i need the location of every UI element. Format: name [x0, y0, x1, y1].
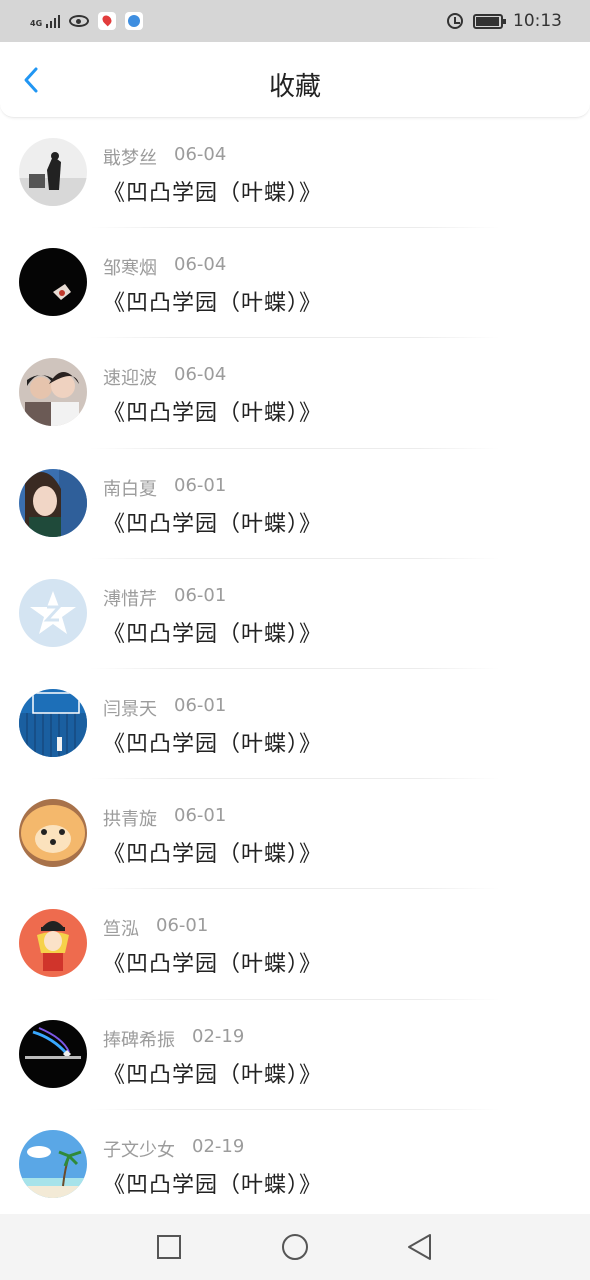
avatar[interactable] [19, 248, 87, 317]
item-meta: 速迎波 06-04 [103, 364, 226, 390]
default-avatar-icon [19, 578, 87, 647]
list-item[interactable]: 捧碑希振 02-19 《凹凸学园（叶蝶）》 [0, 1000, 590, 1110]
author-name: 溥惜芹 [103, 588, 157, 610]
avatar-image [19, 1129, 87, 1198]
battery-icon [473, 13, 506, 29]
item-date: 06-01 [174, 694, 227, 716]
recent-apps-button[interactable] [156, 1234, 182, 1260]
list-item[interactable]: 戢梦丝 06-04 《凹凸学园（叶蝶）》 [0, 118, 590, 229]
avatar-image [19, 799, 87, 868]
author-name: 笪泓 [103, 919, 139, 941]
browser-app-icon [125, 12, 144, 30]
item-title: 《凹凸学园（叶蝶）》 [103, 401, 323, 427]
author-name: 闫景天 [103, 698, 157, 720]
list-item[interactable]: 拱青旋 06-01 《凹凸学园（叶蝶）》 [0, 779, 590, 890]
system-nav-bar [0, 1214, 590, 1280]
triangle-back-icon [408, 1234, 431, 1260]
avatar-image [19, 688, 87, 757]
item-title: 《凹凸学园（叶蝶）》 [103, 731, 323, 757]
item-date: 02-19 [192, 1025, 245, 1047]
network-type: 4G [30, 19, 43, 28]
author-name: 拱青旋 [103, 809, 157, 831]
avatar[interactable] [19, 578, 87, 647]
item-meta: 捧碑希振 02-19 [103, 1026, 244, 1052]
signal-icon: 4G [30, 14, 61, 28]
item-title: 《凹凸学园（叶蝶）》 [103, 511, 323, 537]
item-title: 《凹凸学园（叶蝶）》 [103, 952, 323, 978]
item-date: 02-19 [192, 1135, 245, 1157]
item-date: 06-04 [174, 364, 227, 386]
author-name: 南白夏 [103, 478, 157, 500]
item-meta: 拱青旋 06-01 [103, 805, 226, 831]
list-item[interactable]: 溥惜芹 06-01 《凹凸学园（叶蝶）》 [0, 559, 590, 669]
status-bar: 4G 10:13 [0, 0, 590, 42]
avatar-image [19, 468, 87, 537]
eye-icon [69, 15, 90, 27]
avatar-image [19, 138, 87, 206]
map-app-icon [98, 12, 117, 30]
item-date: 06-04 [174, 254, 227, 276]
item-meta: 戢梦丝 06-04 [103, 144, 226, 170]
circle-icon [282, 1234, 308, 1260]
clock: 10:13 [513, 11, 562, 31]
avatar[interactable] [19, 358, 87, 427]
avatar-image [19, 909, 87, 978]
avatar-image [19, 358, 87, 427]
item-date: 06-01 [174, 474, 227, 496]
item-date: 06-01 [174, 584, 227, 606]
author-name: 捧碑希振 [103, 1029, 175, 1051]
item-meta: 南白夏 06-01 [103, 475, 226, 501]
page-title: 收藏 [268, 72, 321, 102]
author-name: 速迎波 [103, 368, 157, 390]
status-bar-right: 10:13 [447, 11, 562, 31]
status-bar-left: 4G [30, 12, 144, 30]
item-title: 《凹凸学园（叶蝶）》 [103, 181, 323, 206]
item-meta: 子文少女 02-19 [103, 1136, 244, 1162]
back-nav-button[interactable] [406, 1233, 434, 1261]
avatar[interactable] [19, 138, 87, 206]
avatar[interactable] [19, 688, 87, 757]
avatar-image [19, 1019, 87, 1088]
square-icon [157, 1235, 181, 1259]
avatar[interactable] [19, 1129, 87, 1198]
item-meta: 笪泓 06-01 [103, 915, 208, 941]
author-name: 子文少女 [103, 1139, 175, 1161]
alarm-icon [447, 13, 463, 29]
home-button[interactable] [281, 1233, 309, 1261]
avatar[interactable] [19, 799, 87, 868]
item-date: 06-01 [174, 805, 227, 827]
item-title: 《凹凸学园（叶蝶）》 [103, 1172, 323, 1198]
list-item[interactable]: 笪泓 06-01 《凹凸学园（叶蝶）》 [0, 889, 590, 1000]
author-name: 戢梦丝 [103, 148, 157, 169]
list-item[interactable]: 闫景天 06-01 《凹凸学园（叶蝶）》 [0, 669, 590, 780]
item-title: 《凹凸学园（叶蝶）》 [103, 621, 323, 647]
app-header: 收藏 [0, 42, 590, 118]
list-item[interactable]: 子文少女 02-19 《凹凸学园（叶蝶）》 [0, 1110, 590, 1220]
avatar[interactable] [19, 1019, 87, 1088]
author-name: 邹寒烟 [103, 258, 157, 280]
list-item[interactable]: 南白夏 06-01 《凹凸学园（叶蝶）》 [0, 449, 590, 559]
item-meta: 闫景天 06-01 [103, 695, 226, 721]
favorites-list: 戢梦丝 06-04 《凹凸学园（叶蝶）》 邹寒烟 06-04 《凹凸学园（叶蝶）… [0, 118, 590, 1220]
item-date: 06-04 [174, 144, 227, 165]
avatar[interactable] [19, 909, 87, 978]
list-item[interactable]: 速迎波 06-04 《凹凸学园（叶蝶）》 [0, 338, 590, 449]
item-meta: 溥惜芹 06-01 [103, 585, 226, 611]
item-title: 《凹凸学园（叶蝶）》 [103, 291, 323, 317]
item-title: 《凹凸学园（叶蝶）》 [103, 1062, 323, 1088]
item-title: 《凹凸学园（叶蝶）》 [103, 842, 323, 868]
avatar[interactable] [19, 468, 87, 537]
item-date: 06-01 [156, 915, 209, 937]
avatar-image [19, 248, 87, 317]
list-item[interactable]: 邹寒烟 06-04 《凹凸学园（叶蝶）》 [0, 228, 590, 339]
item-meta: 邹寒烟 06-04 [103, 254, 226, 280]
